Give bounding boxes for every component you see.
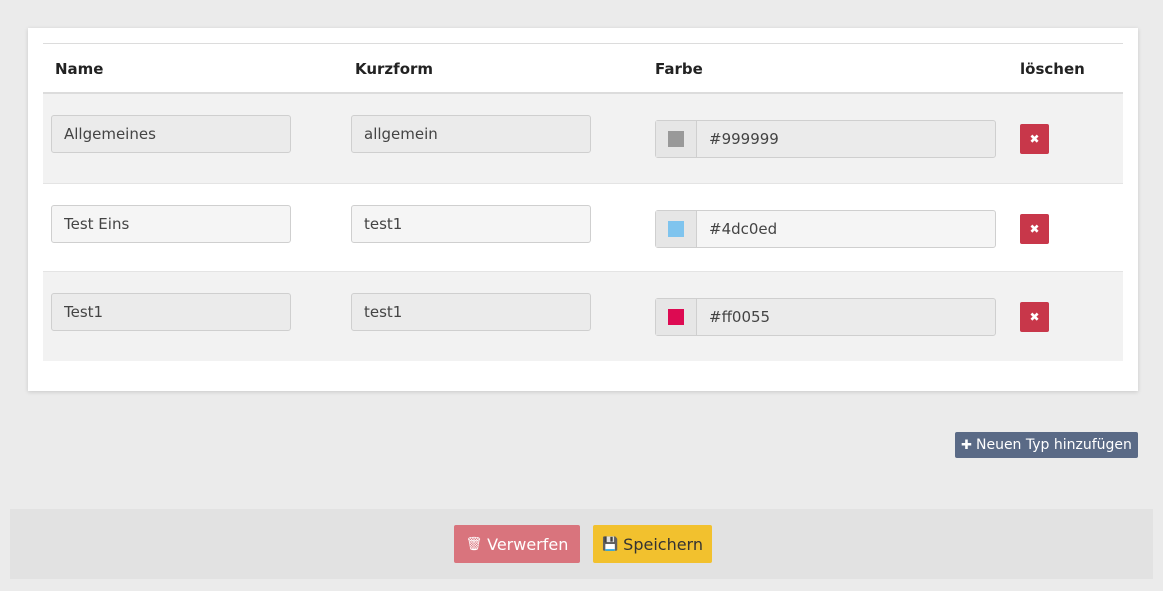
name-input[interactable] (51, 115, 291, 153)
discard-label: Verwerfen (487, 534, 569, 554)
delete-button[interactable]: ✖ (1020, 214, 1049, 244)
color-picker[interactable]: #4dc0ed (655, 210, 996, 248)
times-icon: ✖ (1029, 132, 1040, 146)
delete-button[interactable]: ✖ (1020, 124, 1049, 154)
color-value[interactable]: #4dc0ed (697, 211, 777, 247)
color-swatch (668, 309, 684, 325)
color-picker[interactable]: #999999 (655, 120, 996, 158)
short-input[interactable] (351, 293, 591, 331)
add-type-button[interactable]: ✚ Neuen Typ hinzufügen (955, 432, 1138, 458)
trash-icon: 🗑 (465, 536, 483, 552)
times-icon: ✖ (1029, 310, 1040, 324)
types-card: Name Kurzform Farbe löschen #999999 ✖ (28, 28, 1138, 391)
name-input[interactable] (51, 205, 291, 243)
color-swatch-addon[interactable] (656, 121, 697, 157)
color-value[interactable]: #ff0055 (697, 299, 770, 335)
types-table: Name Kurzform Farbe löschen #999999 ✖ (43, 43, 1123, 361)
delete-button[interactable]: ✖ (1020, 302, 1049, 332)
short-input[interactable] (351, 205, 591, 243)
header-color: Farbe (655, 60, 703, 78)
times-icon: ✖ (1029, 222, 1040, 236)
floppy-icon: 💾 (601, 536, 619, 552)
header-short: Kurzform (355, 60, 434, 78)
name-input[interactable] (51, 293, 291, 331)
plus-icon: ✚ (961, 437, 972, 453)
footer-bar: 🗑 Verwerfen 💾 Speichern (10, 509, 1153, 579)
table-row: #4dc0ed ✖ (43, 183, 1123, 272)
color-value[interactable]: #999999 (697, 121, 779, 157)
discard-button[interactable]: 🗑 Verwerfen (454, 525, 580, 563)
save-label: Speichern (623, 534, 703, 554)
color-picker[interactable]: #ff0055 (655, 298, 996, 336)
table-header: Name Kurzform Farbe löschen (43, 44, 1123, 94)
table-row: #ff0055 ✖ (43, 272, 1123, 361)
add-type-label: Neuen Typ hinzufügen (975, 437, 1132, 453)
color-swatch-addon[interactable] (656, 211, 697, 247)
color-swatch (668, 131, 684, 147)
short-input[interactable] (351, 115, 591, 153)
save-button[interactable]: 💾 Speichern (593, 525, 712, 563)
color-swatch (668, 221, 684, 237)
header-delete: löschen (1020, 60, 1085, 78)
header-name: Name (55, 60, 104, 78)
color-swatch-addon[interactable] (656, 299, 697, 335)
table-row: #999999 ✖ (43, 94, 1123, 183)
